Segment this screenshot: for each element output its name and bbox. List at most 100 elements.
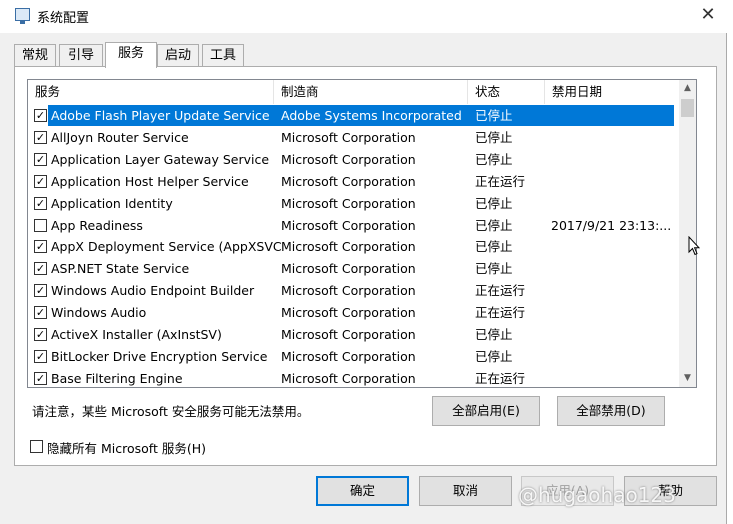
service-disabled-date: [551, 171, 676, 193]
tab-services[interactable]: 服务: [105, 42, 157, 68]
service-disabled-date: [551, 258, 676, 280]
column-header-maker[interactable]: 制造商: [274, 80, 468, 104]
service-name: AppX Deployment Service (AppXSVC): [51, 239, 281, 255]
service-maker: Microsoft Corporation: [281, 305, 416, 321]
service-checkbox[interactable]: ✓: [34, 328, 47, 341]
scroll-thumb[interactable]: [681, 99, 694, 117]
service-checkbox[interactable]: ✓: [34, 196, 47, 210]
service-checkbox[interactable]: ✓: [34, 152, 47, 166]
enable-all-button[interactable]: 全部启用(E): [432, 396, 540, 426]
service-maker: Microsoft Corporation: [281, 327, 416, 342]
service-maker: Microsoft Corporation: [281, 348, 416, 364]
service-checkbox[interactable]: ✓: [34, 130, 47, 144]
service-name: Application Host Helper Service: [51, 173, 249, 189]
service-row[interactable]: ✓ Base Filtering Engine Microsoft Corporat…: [28, 368, 678, 387]
watermark-text: @hugaohao123: [518, 483, 676, 507]
service-checkbox[interactable]: ✓: [34, 109, 47, 122]
service-disabled-date: [551, 368, 676, 387]
scroll-up-arrow-icon[interactable]: ▲: [679, 80, 696, 97]
services-list[interactable]: 服务 制造商 状态 禁用日期 ✓ Adobe Flash Player Updat…: [27, 79, 697, 388]
service-row[interactable]: ✓ AllJoyn Router Service Microsoft Corpora…: [28, 127, 678, 149]
service-row[interactable]: App Readiness Microsoft Corporation 已停止 201…: [28, 215, 678, 237]
service-name: Base Filtering Engine: [51, 370, 183, 386]
service-row[interactable]: ✓ Application Identity Microsoft Corporati…: [28, 193, 678, 215]
list-header: 服务 制造商 状态 禁用日期: [28, 80, 678, 104]
service-status: 已停止: [475, 217, 513, 233]
system-config-icon: [15, 8, 30, 24]
system-config-window: 系统配置 ✕ 常规 引导 服务 启动 工具 服务 制造商 状态 禁用日期 ✓ Ad…: [0, 0, 727, 524]
service-status: 正在运行: [475, 370, 526, 386]
service-disabled-date: [551, 105, 676, 127]
service-row[interactable]: ✓ Application Host Helper Service Microsof…: [28, 171, 678, 193]
security-notice: 请注意，某些 Microsoft 安全服务可能无法禁用。: [32, 404, 310, 419]
service-status: 已停止: [475, 239, 513, 255]
column-header-status[interactable]: 状态: [468, 80, 545, 104]
service-status: 正在运行: [475, 305, 526, 321]
service-checkbox[interactable]: ✓: [34, 306, 47, 320]
scroll-down-arrow-icon[interactable]: ▼: [679, 370, 696, 387]
service-row[interactable]: ✓ ASP.NET State Service Microsoft Corporat…: [28, 258, 678, 280]
service-status: 已停止: [475, 195, 513, 211]
tab-boot[interactable]: 引导: [59, 44, 103, 66]
hide-ms-services-label: 隐藏所有 Microsoft 服务(H): [47, 441, 206, 456]
service-row[interactable]: ✓ Application Layer Gateway Service Micros…: [28, 149, 678, 171]
service-row[interactable]: ✓ Adobe Flash Player Update Service Adobe …: [28, 105, 678, 127]
disable-all-button[interactable]: 全部禁用(D): [557, 396, 665, 426]
service-maker: Microsoft Corporation: [281, 217, 416, 233]
service-name: Application Layer Gateway Service: [51, 151, 270, 167]
window-title: 系统配置: [37, 11, 90, 26]
service-checkbox[interactable]: ✓: [34, 174, 47, 188]
service-name: Adobe Flash Player Update Service: [51, 108, 270, 123]
service-name: BitLocker Drive Encryption Service: [51, 348, 268, 364]
service-row[interactable]: ✓ ActiveX Installer (AxInstSV) Microsoft C…: [28, 324, 678, 346]
column-header-service[interactable]: 服务: [28, 80, 274, 104]
vertical-scrollbar[interactable]: ▲ ▼: [679, 80, 696, 387]
service-checkbox[interactable]: ✓: [34, 349, 47, 363]
mouse-cursor-icon: [688, 236, 700, 256]
service-row[interactable]: ✓ BitLocker Drive Encryption Service Micro…: [28, 346, 678, 368]
service-row[interactable]: ✓ AppX Deployment Service (AppXSVC) Micros…: [28, 236, 678, 258]
service-disabled-date: [551, 280, 676, 302]
service-checkbox[interactable]: ✓: [34, 371, 47, 385]
service-status: 已停止: [475, 151, 513, 167]
service-row[interactable]: ✓ Windows Audio Microsoft Corporation 正在运行: [28, 302, 678, 324]
service-disabled-date: [551, 324, 676, 346]
service-name: Windows Audio Endpoint Builder: [51, 283, 255, 299]
service-disabled-date: [551, 236, 676, 258]
service-checkbox[interactable]: ✓: [34, 284, 47, 298]
service-row[interactable]: ✓ Windows Audio Endpoint Builder Microsoft…: [28, 280, 678, 302]
tab-tools[interactable]: 工具: [202, 44, 244, 66]
service-disabled-date: [551, 193, 676, 215]
close-button[interactable]: ✕: [697, 4, 719, 26]
column-header-disabled-date[interactable]: 禁用日期: [545, 80, 678, 104]
service-status: 正在运行: [475, 173, 526, 189]
service-disabled-date: 2017/9/21 23:13:...: [551, 217, 672, 233]
service-status: 已停止: [475, 261, 513, 277]
service-name: App Readiness: [51, 217, 143, 233]
service-maker: Adobe Systems Incorporated: [281, 108, 462, 123]
service-status: 已停止: [475, 327, 513, 342]
cancel-button[interactable]: 取消: [419, 476, 512, 506]
service-checkbox[interactable]: ✓: [34, 262, 47, 276]
service-maker: Microsoft Corporation: [281, 370, 416, 386]
service-status: 已停止: [475, 129, 513, 145]
service-name: Windows Audio: [51, 305, 147, 321]
service-maker: Microsoft Corporation: [281, 195, 416, 211]
tab-startup[interactable]: 启动: [157, 44, 199, 66]
service-name: ActiveX Installer (AxInstSV): [51, 327, 222, 342]
ok-button[interactable]: 确定: [316, 476, 409, 506]
checkbox-icon[interactable]: [30, 440, 43, 453]
service-maker: Microsoft Corporation: [281, 261, 416, 277]
service-status: 正在运行: [475, 283, 526, 299]
service-disabled-date: [551, 149, 676, 171]
service-disabled-date: [551, 302, 676, 324]
service-status: 已停止: [475, 108, 513, 123]
service-maker: Microsoft Corporation: [281, 173, 416, 189]
service-status: 已停止: [475, 348, 513, 364]
service-maker: Microsoft Corporation: [281, 151, 416, 167]
tab-general[interactable]: 常规: [14, 44, 56, 66]
service-maker: Microsoft Corporation: [281, 239, 416, 255]
service-checkbox[interactable]: [34, 218, 47, 232]
title-bar: 系统配置 ✕: [0, 0, 727, 33]
service-checkbox[interactable]: ✓: [34, 240, 47, 254]
